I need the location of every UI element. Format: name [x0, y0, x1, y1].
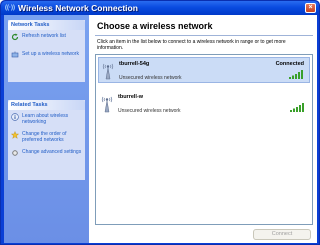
connection-status: Connected	[275, 61, 304, 67]
window-client-area: Network Tasks Refresh network list Set u…	[4, 15, 317, 243]
change-advanced-settings-link[interactable]: Change advanced settings	[8, 146, 85, 158]
signal-strength-icon	[290, 103, 304, 112]
change-preferred-order-link[interactable]: Change the order of preferred networks	[8, 128, 85, 146]
connect-button[interactable]: Connect	[253, 229, 311, 240]
network-tasks-header: Network Tasks	[8, 20, 85, 30]
wireless-network-icon: ((·))	[5, 5, 15, 11]
related-tasks-panel: Related Tasks Learn about wireless netwo…	[8, 100, 85, 180]
heading-divider	[95, 35, 313, 36]
close-button[interactable]: ×	[305, 3, 316, 13]
setup-wireless-icon	[11, 51, 19, 58]
settings-icon	[12, 150, 18, 156]
change-preferred-order-label: Change the order of preferred networks	[22, 131, 67, 143]
wireless-antenna-icon	[101, 96, 113, 113]
security-status: Unsecured wireless network	[118, 108, 181, 114]
network-item-tburrell-w[interactable]: tburrell-w Unsecured wireless network	[98, 91, 310, 117]
network-ssid: tburrell-w	[118, 94, 144, 100]
star-icon	[11, 131, 19, 139]
signal-strength-icon	[289, 70, 303, 79]
task-sidebar: Network Tasks Refresh network list Set u…	[4, 15, 89, 243]
refresh-network-list-label: Refresh network list	[22, 33, 66, 39]
related-tasks-header: Related Tasks	[8, 100, 85, 110]
wireless-network-window: ((·)) Wireless Network Connection × Netw…	[0, 0, 320, 245]
refresh-icon	[11, 33, 19, 41]
set-up-wireless-network-link[interactable]: Set up a wireless network	[8, 48, 85, 60]
learn-about-wireless-link[interactable]: Learn about wireless networking	[8, 110, 85, 128]
instructions-text: Click an item in the list below to conne…	[97, 39, 286, 51]
info-icon	[11, 113, 19, 121]
window-title: Wireless Network Connection	[18, 3, 138, 13]
learn-about-wireless-label: Learn about wireless networking	[22, 113, 69, 125]
title-bar[interactable]: ((·)) Wireless Network Connection ×	[1, 1, 319, 15]
set-up-wireless-network-label: Set up a wireless network	[22, 51, 79, 57]
wireless-antenna-icon	[102, 63, 114, 80]
refresh-network-list-link[interactable]: Refresh network list	[8, 30, 85, 42]
network-list[interactable]: tburrell-54g Connected Unsecured wireles…	[95, 54, 313, 225]
main-content: Choose a wireless network Click an item …	[89, 15, 317, 243]
change-advanced-settings-label: Change advanced settings	[22, 149, 82, 155]
network-item-tburrell-54g[interactable]: tburrell-54g Connected Unsecured wireles…	[98, 57, 310, 83]
page-title: Choose a wireless network	[97, 21, 213, 31]
security-status: Unsecured wireless network	[119, 75, 182, 81]
network-ssid: tburrell-54g	[119, 61, 150, 67]
network-tasks-panel: Network Tasks Refresh network list Set u…	[8, 20, 85, 82]
